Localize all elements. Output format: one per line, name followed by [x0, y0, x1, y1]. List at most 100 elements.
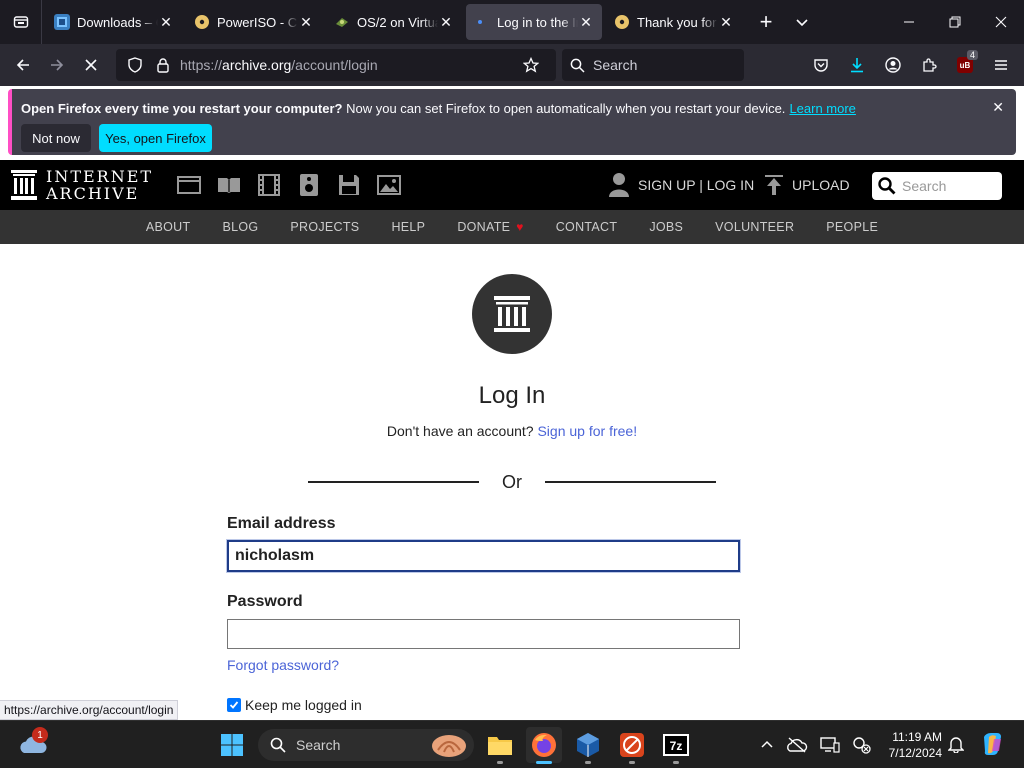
back-button[interactable] — [6, 48, 40, 82]
stop-loading-button[interactable] — [74, 48, 108, 82]
minimize-icon — [904, 21, 914, 23]
nav-volunteer[interactable]: VOLUNTEER — [715, 220, 794, 234]
close-tab-icon[interactable]: ✕ — [578, 14, 594, 31]
audio-icon[interactable] — [295, 172, 323, 198]
forgot-password-link[interactable]: Forgot password? — [227, 657, 339, 673]
tab-title: PowerISO - Create, Edit — [217, 14, 298, 30]
poweriso-favicon-icon — [614, 14, 630, 30]
start-button[interactable] — [214, 727, 250, 763]
7zip-taskbar-button[interactable]: 7z — [658, 727, 694, 764]
nav-donate[interactable]: DONATE ♥ — [457, 220, 523, 234]
search-placeholder: Search — [593, 57, 638, 73]
nav-help[interactable]: HELP — [391, 220, 425, 234]
shell-highlight-icon — [432, 735, 466, 757]
network-disconnected-icon[interactable] — [852, 736, 872, 754]
copilot-icon[interactable] — [980, 731, 1006, 757]
display-icon[interactable] — [820, 736, 840, 754]
sign-up-link[interactable]: Sign up for free! — [537, 423, 637, 439]
upload-link[interactable]: UPLOAD — [764, 174, 850, 196]
lock-icon[interactable] — [152, 57, 174, 73]
tracking-protection-shield-icon[interactable] — [124, 57, 146, 73]
search-bar[interactable]: Search — [562, 49, 744, 81]
keep-logged-in-checkbox[interactable] — [227, 698, 241, 712]
tab-title: Downloads – OS/2 Museum — [77, 14, 158, 30]
tab-poweriso[interactable]: PowerISO - Create, Edit ✕ — [186, 4, 322, 40]
show-hidden-icons-chevron-up-icon[interactable] — [760, 738, 774, 752]
restore-button[interactable] — [932, 0, 978, 44]
onedrive-offline-icon[interactable] — [786, 737, 808, 753]
poweriso-taskbar-button[interactable] — [614, 727, 650, 764]
close-notification-icon[interactable]: ✕ — [992, 99, 1004, 116]
password-field[interactable] — [227, 619, 740, 649]
ia-top-nav: INTERNET ARCHIVE SIGN UP | LOG IN UPLOAD … — [0, 160, 1024, 210]
not-now-button[interactable]: Not now — [21, 124, 91, 152]
restore-icon — [949, 16, 961, 28]
loading-dot-icon — [474, 14, 490, 30]
password-label: Password — [227, 593, 303, 610]
tab-thank-you[interactable]: Thank you for installing ✕ — [606, 4, 742, 40]
close-tab-icon[interactable]: ✕ — [298, 14, 314, 31]
user-icon — [609, 173, 629, 197]
web-icon[interactable] — [175, 172, 203, 198]
ublock-origin-button[interactable]: uB 4 — [948, 48, 982, 82]
close-tab-icon[interactable]: ✕ — [718, 14, 734, 31]
firefox-view-button[interactable] — [0, 0, 42, 44]
close-window-button[interactable] — [978, 0, 1024, 44]
close-tab-icon[interactable]: ✕ — [438, 14, 454, 31]
video-icon[interactable] — [255, 172, 283, 198]
forward-button[interactable] — [40, 48, 74, 82]
notifications-bell-icon[interactable] — [947, 735, 965, 758]
folder-icon — [488, 737, 512, 755]
tab-internet-archive-login[interactable]: Log in to the Internet Archive ✕ — [466, 4, 602, 40]
tab-os2-virtualbox[interactable]: OS/2 on VirtualBox ✕ — [326, 4, 462, 40]
firefox-taskbar-button[interactable] — [526, 727, 562, 764]
ia-logo[interactable]: INTERNET ARCHIVE — [10, 168, 153, 202]
ia-search-input[interactable]: Search — [872, 172, 1002, 200]
account-button[interactable] — [876, 48, 910, 82]
texts-icon[interactable] — [215, 172, 243, 198]
pocket-button[interactable] — [804, 48, 838, 82]
file-explorer-button[interactable] — [482, 727, 518, 764]
notification-message: Open Firefox every time you restart your… — [21, 101, 856, 116]
nav-about[interactable]: ABOUT — [146, 220, 191, 234]
nav-projects[interactable]: PROJECTS — [290, 220, 359, 234]
close-tab-icon[interactable]: ✕ — [158, 14, 174, 31]
virtualbox-taskbar-button[interactable] — [570, 727, 606, 764]
email-field[interactable] — [226, 539, 741, 573]
taskbar-search[interactable]: Search — [258, 729, 474, 761]
sign-up-log-in-link[interactable]: SIGN UP | LOG IN — [608, 172, 754, 198]
stop-icon — [85, 59, 97, 71]
pocket-icon — [814, 59, 828, 72]
learn-more-link[interactable]: Learn more — [789, 101, 855, 116]
hamburger-menu-icon — [995, 60, 1007, 70]
nav-contact[interactable]: CONTACT — [556, 220, 618, 234]
ia-temple-logo-icon — [494, 296, 530, 332]
tab-downloads-os2museum[interactable]: Downloads – OS/2 Museum ✕ — [46, 4, 182, 40]
keep-logged-in[interactable]: Keep me logged in — [227, 697, 362, 713]
blocked-count-badge: 4 — [966, 50, 978, 60]
nav-people[interactable]: PEOPLE — [826, 220, 878, 234]
software-icon[interactable] — [335, 172, 363, 198]
7zip-icon: 7z — [663, 734, 689, 756]
notification-badge: 1 — [32, 727, 48, 743]
url-text[interactable]: https://archive.org/account/login — [180, 57, 520, 73]
new-tab-button[interactable]: + — [748, 4, 784, 40]
list-all-tabs-button[interactable] — [784, 4, 820, 40]
nav-jobs[interactable]: JOBS — [649, 220, 683, 234]
minimize-button[interactable] — [886, 0, 932, 44]
app-menu-button[interactable] — [984, 48, 1018, 82]
address-bar[interactable]: https://archive.org/account/login — [116, 49, 556, 81]
forward-arrow-icon — [51, 59, 64, 71]
tab-title: Thank you for installing — [637, 14, 718, 30]
images-icon[interactable] — [375, 172, 403, 198]
svg-text:7z: 7z — [670, 739, 683, 753]
chevron-down-icon — [796, 19, 808, 27]
yes-open-firefox-button[interactable]: Yes, open Firefox — [99, 124, 212, 152]
extensions-button[interactable] — [912, 48, 946, 82]
downloads-button[interactable] — [840, 48, 874, 82]
system-clock[interactable]: 11:19 AM 7/12/2024 — [880, 729, 942, 761]
bookmark-star-icon[interactable] — [520, 57, 542, 73]
poweriso-icon — [620, 733, 644, 757]
weather-widget[interactable]: 1 — [18, 727, 50, 761]
nav-blog[interactable]: BLOG — [222, 220, 258, 234]
